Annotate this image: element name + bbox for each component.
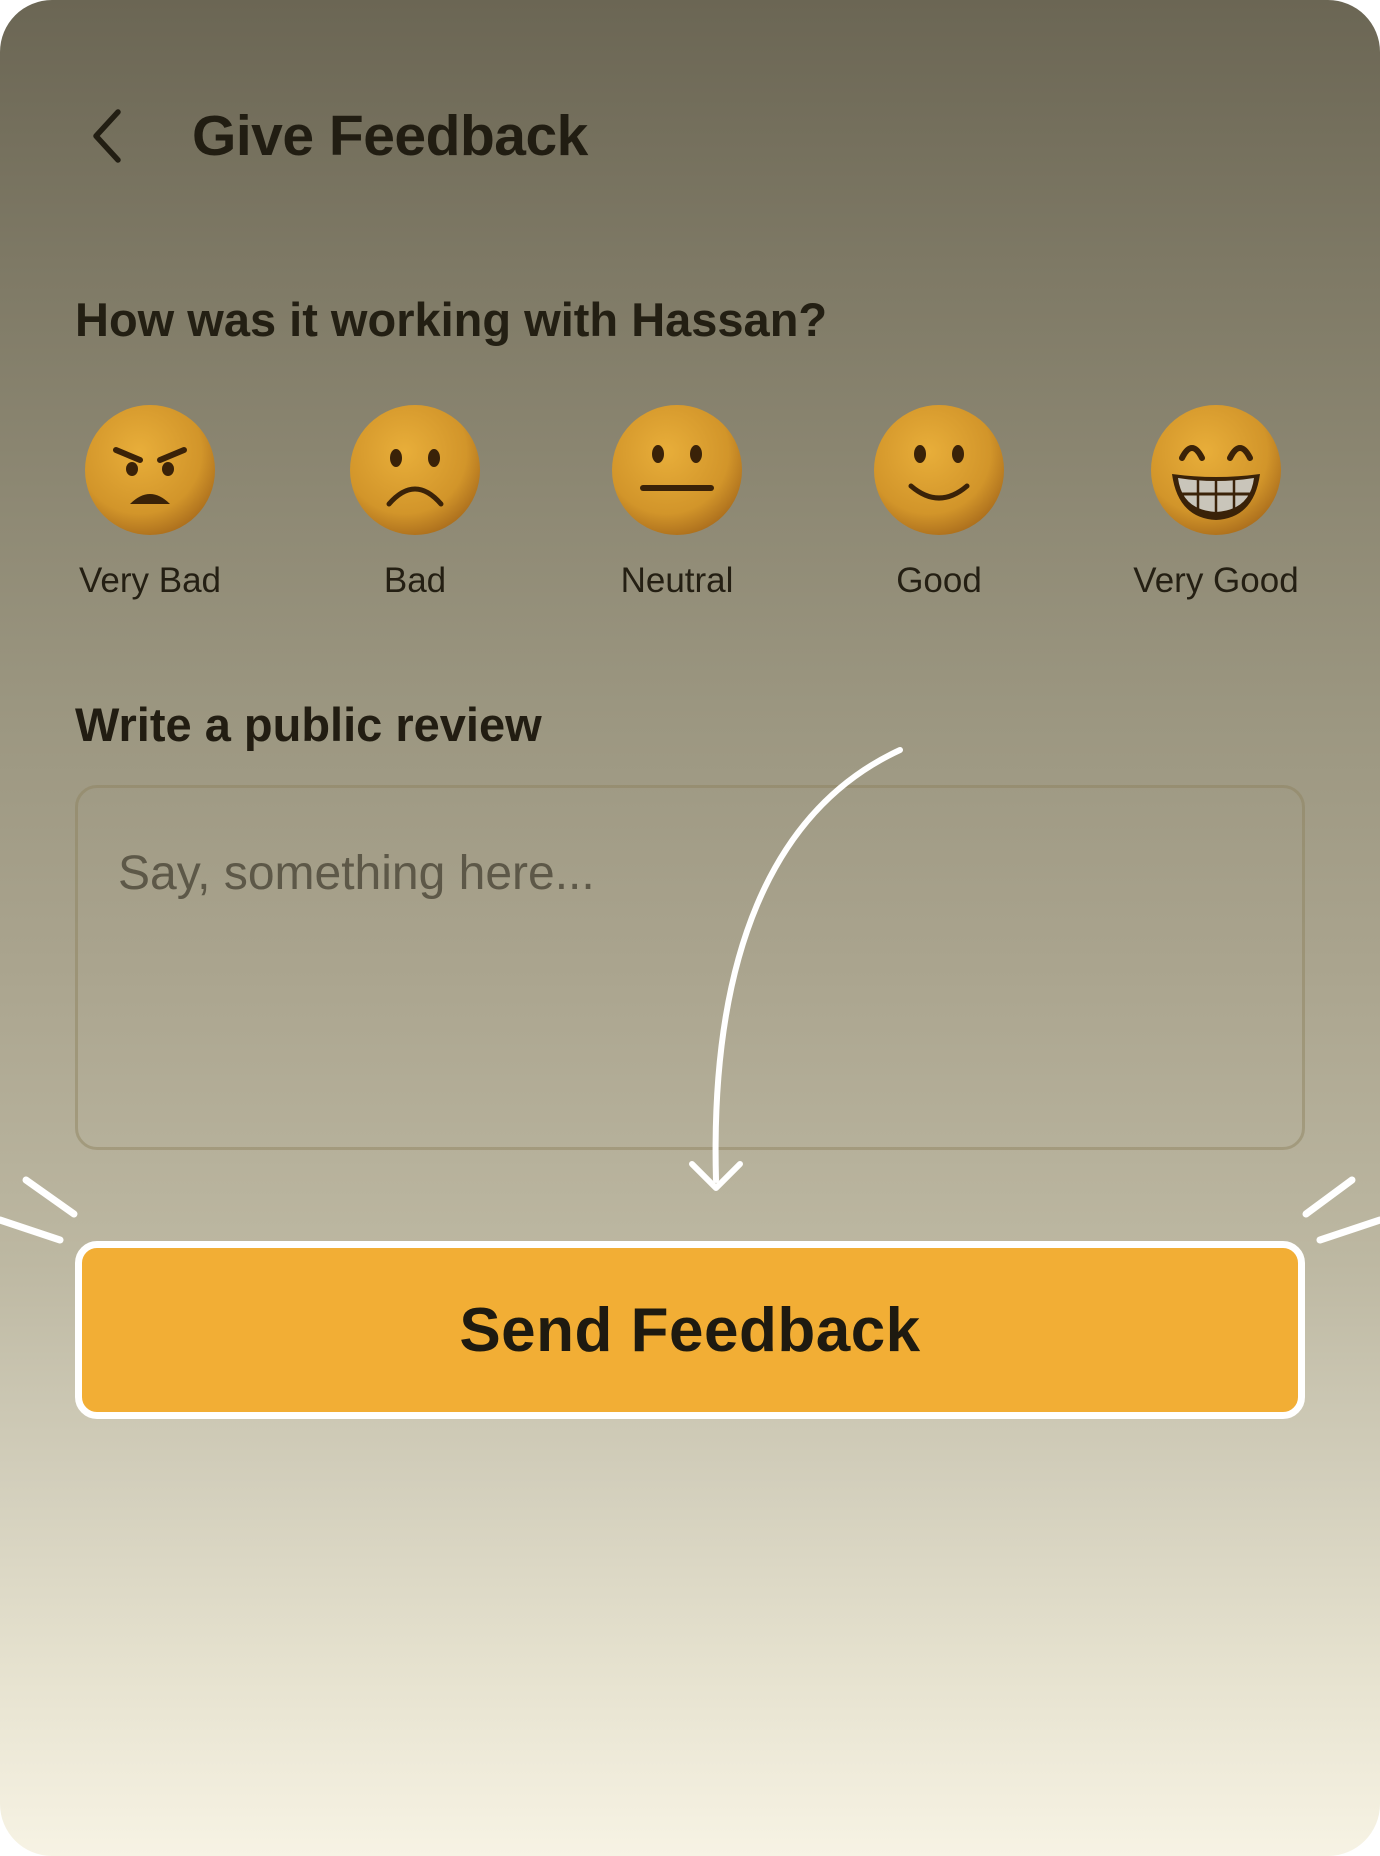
rating-option-very-bad[interactable]: Very Bad (40, 402, 260, 602)
rating-label: Good (896, 561, 982, 600)
send-feedback-label: Send Feedback (459, 1295, 921, 1365)
grinning-face-icon (1151, 405, 1281, 535)
rating-question: How was it working with Hassan? (75, 293, 828, 346)
chevron-left-icon (93, 109, 121, 163)
rating-label: Bad (383, 561, 447, 600)
neutral-face-icon (612, 405, 742, 535)
emphasis-lines-left-icon (0, 1176, 78, 1244)
back-button[interactable] (78, 104, 138, 168)
rating-option-neutral[interactable]: Neutral (567, 402, 787, 602)
arrow-head-icon (689, 1161, 743, 1191)
slightly-smiling-face-icon (874, 405, 1004, 535)
feedback-screen: Give Feedback How was it working with Ha… (0, 0, 1380, 1856)
page-title: Give Feedback (192, 104, 588, 168)
review-input-container (75, 785, 1305, 1150)
rating-label: Very Bad (78, 561, 222, 600)
rating-option-bad[interactable]: Bad (305, 402, 525, 602)
rating-option-good[interactable]: Good (829, 402, 1049, 602)
review-input[interactable] (118, 846, 1262, 1089)
rating-label: Very Good (1133, 561, 1299, 600)
rating-option-very-good[interactable]: Very Good (1106, 402, 1326, 602)
review-section-title: Write a public review (75, 698, 542, 751)
frowning-face-icon (350, 405, 480, 535)
rating-label: Neutral (620, 561, 734, 600)
angry-face-icon (85, 405, 215, 535)
send-feedback-button[interactable]: Send Feedback (75, 1241, 1305, 1419)
emphasis-lines-right-icon (1302, 1176, 1380, 1244)
